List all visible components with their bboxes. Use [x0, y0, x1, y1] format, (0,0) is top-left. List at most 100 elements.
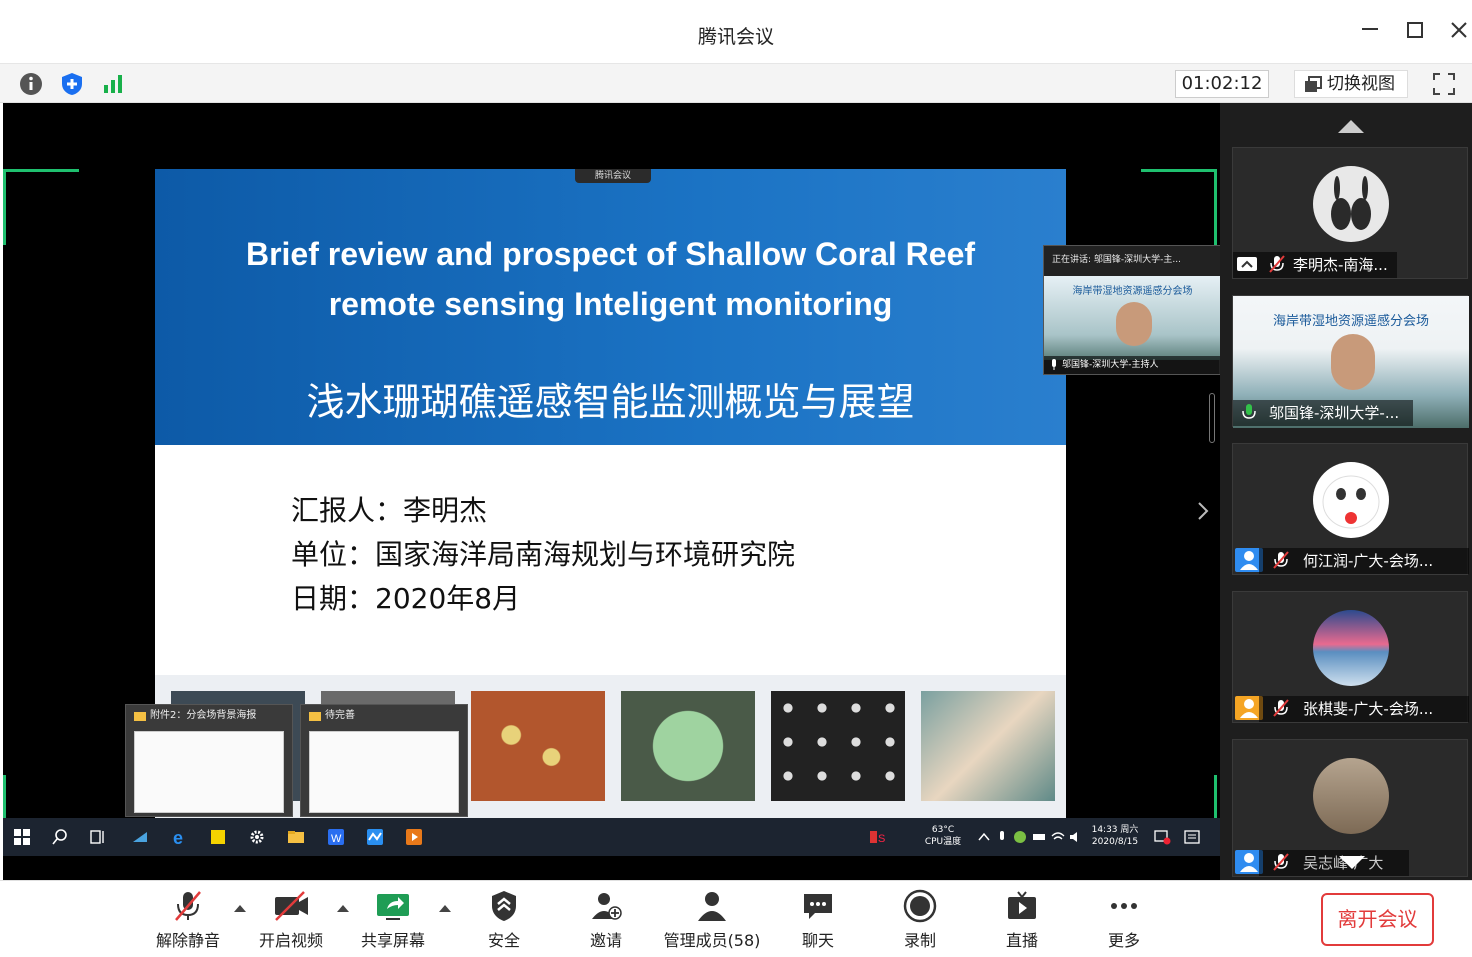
mic-on-icon [1242, 404, 1256, 419]
tencent-meeting-icon[interactable] [366, 828, 384, 846]
task-view-icon[interactable] [89, 828, 107, 846]
participant-tile[interactable]: 吴志峰-广大 [1232, 739, 1468, 877]
chevron-up-icon[interactable] [975, 828, 993, 846]
share-screen-button[interactable]: 共享屏幕 [348, 889, 438, 955]
avatar [1313, 166, 1389, 242]
participant-name: 邬国锋-深圳大学-... [1233, 400, 1413, 426]
share-screen-label: 共享屏幕 [360, 931, 425, 950]
security-label: 安全 [487, 931, 520, 950]
participant-tile[interactable]: 海岸带湿地资源遥感分会场 邬国锋-深圳大学-... [1232, 295, 1469, 428]
close-button[interactable] [1444, 18, 1472, 48]
share-screen-icon [377, 894, 409, 920]
participant-sidebar: 李明杰-南海... 海岸带湿地资源遥感分会场 邬国锋-深圳大学-... 何江润-… [1220, 103, 1472, 880]
maximize-button[interactable] [1400, 18, 1430, 48]
thumbnail-preview [134, 731, 284, 813]
start-video-button[interactable]: 开启视频 [246, 889, 336, 955]
more-button[interactable]: 更多 [1079, 889, 1169, 955]
scroll-up-arrow-icon[interactable] [1336, 117, 1366, 135]
share-options-caret-icon[interactable] [438, 903, 452, 913]
participant-tile[interactable]: 何江润-广大-会场... [1232, 443, 1469, 575]
slide-date: 日期：2020年8月 [291, 582, 521, 615]
meeting-tag: 腾讯会议 [575, 169, 651, 183]
clock-date: 2020/8/15 [1091, 837, 1139, 847]
switch-view-button[interactable]: 切换视图 [1294, 70, 1408, 98]
live-stream-button[interactable]: 直播 [977, 889, 1067, 955]
window-thumbnail[interactable]: 待完善 [300, 704, 468, 817]
speaker-now-talking: 正在讲话: 邬国锋-深圳大学-主... [1044, 246, 1221, 276]
network-icon[interactable] [1049, 828, 1067, 846]
scroll-down-arrow-icon[interactable] [1337, 854, 1367, 872]
search-icon[interactable] [51, 828, 69, 846]
more-dots-icon [1111, 903, 1137, 909]
security-tray-icon[interactable] [1011, 828, 1029, 846]
security-shield-icon[interactable] [59, 71, 85, 97]
scrollbar[interactable] [1209, 393, 1215, 443]
coral-photo [471, 691, 605, 801]
slide-title-cn: 浅水珊瑚礁遥感智能监测概览与展望 [306, 380, 915, 424]
invite-label: 邀请 [589, 931, 622, 950]
thumbnail-title: 附件2：分会场背景海报 [150, 710, 257, 721]
windows-start-icon[interactable] [13, 828, 31, 846]
camera-off-icon [275, 891, 308, 921]
audio-options-caret-icon[interactable] [233, 903, 247, 913]
svg-text:S: S [878, 833, 885, 845]
minimize-button[interactable] [1355, 18, 1385, 48]
security-button[interactable]: 安全 [459, 889, 549, 955]
svg-text:W: W [331, 833, 342, 845]
mic-muted-icon [175, 891, 201, 921]
thumbnail-title: 待完善 [325, 710, 355, 721]
mic-muted-icon [1273, 699, 1289, 717]
clock-time: 14:33 周六 [1091, 825, 1139, 835]
leave-meeting-button[interactable]: 离开会议 [1321, 893, 1434, 946]
taskbar-thumbnails: 附件2：分会场背景海报 待完善 [125, 704, 468, 817]
svg-text:e: e [173, 828, 183, 846]
unmute-label: 解除静音 [155, 931, 220, 950]
switch-view-icon [1305, 76, 1322, 92]
notification-icon[interactable] [1153, 828, 1171, 846]
sticky-notes-icon[interactable] [209, 828, 227, 846]
slide-title-en-line2: remote sensing Inteligent monitoring [328, 286, 893, 322]
avatar [1313, 610, 1389, 686]
gear-icon[interactable] [248, 828, 266, 846]
volume-icon[interactable] [1067, 828, 1085, 846]
slide-reporter: 汇报人：李明杰 [291, 494, 488, 527]
fullscreen-icon[interactable] [1432, 72, 1456, 96]
video-banner: 海岸带湿地资源遥感分会场 [1272, 314, 1429, 329]
next-page-arrow[interactable] [1196, 500, 1214, 522]
invite-button[interactable]: 邀请 [561, 889, 651, 955]
record-button[interactable]: 录制 [875, 889, 965, 955]
signal-strength-icon[interactable] [101, 71, 127, 97]
slide-title-en-line1: Brief review and prospect of Shallow Cor… [245, 236, 976, 272]
unmute-button[interactable]: 解除静音 [143, 889, 233, 955]
members-icon [698, 892, 726, 921]
focus-corner-tr [1141, 169, 1217, 245]
window-title: 腾讯会议 [697, 26, 774, 48]
info-icon[interactable] [18, 71, 44, 97]
active-speaker-overlay[interactable]: 正在讲话: 邬国锋-深圳大学-主... 海岸带湿地资源遥感分会场 邬国锋-深圳大… [1043, 245, 1221, 375]
chat-label: 聊天 [801, 931, 834, 950]
system-clock[interactable]: 14:33 周六 2020/8/15 [1088, 824, 1142, 848]
start-video-label: 开启视频 [258, 931, 323, 950]
screen-share-icon [1237, 257, 1257, 271]
participant-tile[interactable]: 李明杰-南海... [1232, 147, 1468, 279]
cpu-temp-value: 63°C [931, 825, 955, 835]
title-bar: 腾讯会议 [0, 0, 1472, 64]
window-thumbnail[interactable]: 附件2：分会场背景海报 [125, 704, 293, 817]
mic-tray-icon[interactable] [993, 828, 1011, 846]
battery-icon[interactable] [1031, 828, 1049, 846]
shield-icon [492, 891, 516, 921]
manage-members-button[interactable]: 管理成员(58) [657, 889, 767, 955]
wps-writer-icon[interactable]: W [327, 828, 345, 846]
chat-button[interactable]: 聊天 [773, 889, 863, 955]
edge-browser-icon[interactable]: e [171, 828, 189, 846]
participant-tile[interactable]: 张棋斐-广大-会场... [1232, 591, 1469, 723]
action-center-icon[interactable] [1183, 828, 1201, 846]
file-explorer-icon[interactable] [287, 828, 305, 846]
speaker-name: 邬国锋-深圳大学-主持人 [1044, 356, 1221, 374]
cpu-temp-label: CPU温度 [924, 837, 962, 847]
slide-body: 汇报人：李明杰 单位：国家海洋局南海规划与环境研究院 日期：2020年8月 [155, 445, 1066, 675]
app-icon[interactable] [131, 828, 149, 846]
sogou-input-icon[interactable]: S [869, 828, 887, 846]
chat-icon [804, 894, 832, 919]
presentation-app-icon[interactable] [405, 828, 423, 846]
